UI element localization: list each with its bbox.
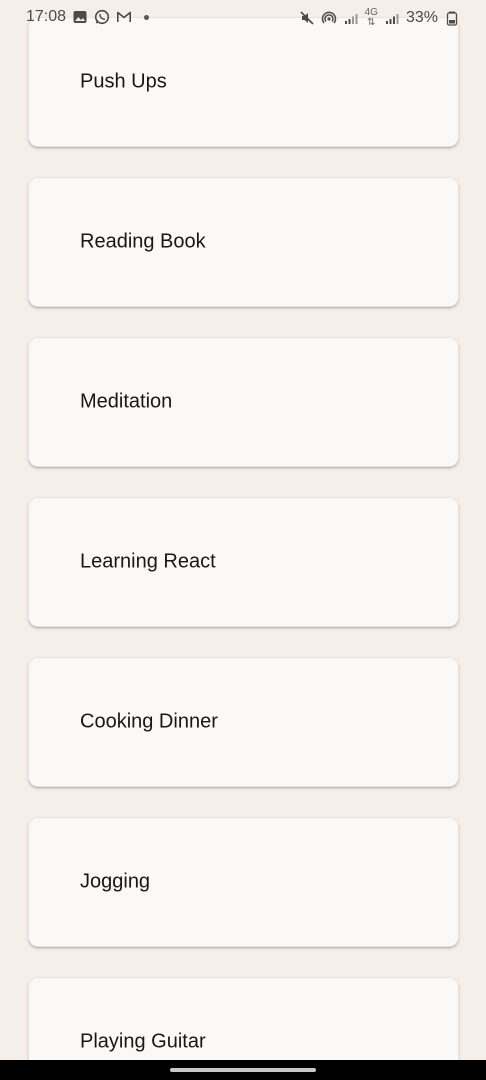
list-item-learning-react[interactable]: Learning React [28, 497, 459, 627]
system-nav-bar [0, 1060, 486, 1080]
list-item-playing-guitar[interactable]: Playing Guitar [28, 977, 459, 1060]
list-item-reading-book[interactable]: Reading Book [28, 177, 459, 307]
list-item-label: Learning React [80, 550, 216, 573]
list-item-label: Push Ups [80, 70, 167, 93]
list-item-label: Reading Book [80, 230, 206, 253]
list-item-meditation[interactable]: Meditation [28, 337, 459, 467]
list-item-push-ups[interactable]: Push Ups [28, 17, 459, 147]
list-item-label: Cooking Dinner [80, 710, 218, 733]
list-item-label: Meditation [80, 390, 173, 413]
habit-list[interactable]: Push Ups Reading Book Meditation Learnin… [0, 0, 486, 1060]
list-item-jogging[interactable]: Jogging [28, 817, 459, 947]
list-item-label: Playing Guitar [80, 1030, 206, 1053]
home-indicator[interactable] [170, 1068, 316, 1072]
list-item-label: Jogging [80, 870, 151, 893]
list-item-cooking-dinner[interactable]: Cooking Dinner [28, 657, 459, 787]
